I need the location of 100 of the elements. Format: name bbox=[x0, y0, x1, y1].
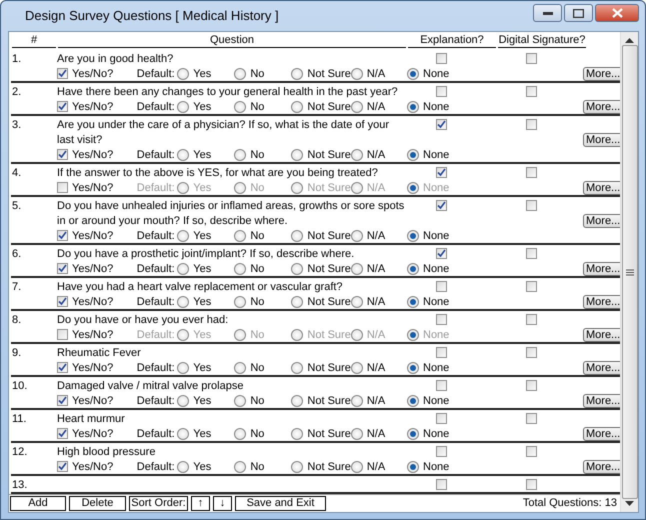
checkbox[interactable] bbox=[526, 446, 537, 457]
minimize-button[interactable] bbox=[533, 4, 562, 22]
radio-button[interactable] bbox=[234, 296, 246, 308]
radio-button[interactable] bbox=[234, 262, 246, 274]
checkbox[interactable] bbox=[526, 413, 537, 424]
radio-button[interactable] bbox=[407, 428, 419, 440]
radio-button[interactable] bbox=[291, 460, 304, 472]
checkbox[interactable] bbox=[57, 461, 68, 472]
radio-button[interactable] bbox=[291, 428, 304, 440]
close-button[interactable] bbox=[595, 4, 639, 22]
radio-button[interactable] bbox=[291, 182, 304, 194]
radio-button[interactable] bbox=[177, 394, 190, 406]
checkbox[interactable] bbox=[57, 68, 68, 79]
maximize-button[interactable] bbox=[564, 4, 593, 22]
radio-button[interactable] bbox=[177, 68, 190, 80]
checkbox[interactable] bbox=[526, 347, 537, 358]
radio-button[interactable] bbox=[234, 100, 246, 112]
radio-button[interactable] bbox=[234, 328, 246, 340]
checkbox[interactable] bbox=[436, 413, 447, 424]
radio-button[interactable] bbox=[350, 182, 363, 194]
radio-button[interactable] bbox=[407, 68, 419, 80]
radio-button[interactable] bbox=[291, 262, 304, 274]
radio-button[interactable] bbox=[407, 362, 419, 374]
checkbox[interactable] bbox=[57, 428, 68, 439]
radio-button[interactable] bbox=[234, 182, 246, 194]
checkbox[interactable] bbox=[436, 167, 447, 178]
scroll-down-icon[interactable] bbox=[625, 501, 634, 507]
radio-button[interactable] bbox=[177, 460, 190, 472]
radio-button[interactable] bbox=[177, 148, 190, 160]
more-button[interactable]: More... bbox=[583, 100, 620, 114]
radio-button[interactable] bbox=[234, 148, 246, 160]
checkbox[interactable] bbox=[436, 200, 447, 211]
radio-button[interactable] bbox=[350, 262, 363, 274]
checkbox[interactable] bbox=[526, 314, 537, 325]
checkbox[interactable] bbox=[526, 167, 537, 178]
checkbox[interactable] bbox=[436, 479, 447, 490]
checkbox[interactable] bbox=[436, 347, 447, 358]
more-button[interactable]: More... bbox=[583, 460, 620, 474]
radio-button[interactable] bbox=[234, 428, 246, 440]
radio-button[interactable] bbox=[350, 230, 363, 242]
more-button[interactable]: More... bbox=[583, 132, 620, 146]
save-and-exit-button[interactable]: Save and Exit bbox=[235, 496, 326, 510]
checkbox[interactable] bbox=[526, 479, 537, 490]
checkbox[interactable] bbox=[526, 119, 537, 130]
radio-button[interactable] bbox=[350, 100, 363, 112]
radio-button[interactable] bbox=[350, 296, 363, 308]
radio-button[interactable] bbox=[291, 148, 304, 160]
radio-button[interactable] bbox=[291, 100, 304, 112]
checkbox[interactable] bbox=[436, 53, 447, 64]
radio-button[interactable] bbox=[234, 460, 246, 472]
more-button[interactable]: More... bbox=[583, 328, 620, 342]
checkbox[interactable] bbox=[57, 101, 68, 112]
checkbox[interactable] bbox=[526, 281, 537, 292]
radio-button[interactable] bbox=[291, 362, 304, 374]
checkbox[interactable] bbox=[436, 380, 447, 391]
radio-button[interactable] bbox=[177, 182, 190, 194]
scroll-up-icon[interactable] bbox=[625, 37, 634, 43]
radio-button[interactable] bbox=[234, 394, 246, 406]
move-down-button[interactable]: ↓ bbox=[213, 496, 232, 510]
radio-button[interactable] bbox=[350, 68, 363, 80]
more-button[interactable]: More... bbox=[583, 294, 620, 308]
checkbox[interactable] bbox=[57, 182, 68, 193]
checkbox[interactable] bbox=[526, 380, 537, 391]
radio-button[interactable] bbox=[177, 296, 190, 308]
checkbox[interactable] bbox=[436, 446, 447, 457]
checkbox[interactable] bbox=[526, 53, 537, 64]
checkbox[interactable] bbox=[57, 329, 68, 340]
more-button[interactable]: More... bbox=[583, 180, 620, 194]
radio-button[interactable] bbox=[291, 296, 304, 308]
radio-button[interactable] bbox=[177, 100, 190, 112]
radio-button[interactable] bbox=[177, 328, 190, 340]
radio-button[interactable] bbox=[407, 148, 419, 160]
more-button[interactable]: More... bbox=[583, 426, 620, 440]
more-button[interactable]: More... bbox=[583, 394, 620, 408]
checkbox[interactable] bbox=[436, 119, 447, 130]
radio-button[interactable] bbox=[350, 460, 363, 472]
checkbox[interactable] bbox=[436, 314, 447, 325]
move-up-button[interactable]: ↑ bbox=[191, 496, 210, 510]
radio-button[interactable] bbox=[407, 100, 419, 112]
radio-button[interactable] bbox=[177, 428, 190, 440]
radio-button[interactable] bbox=[177, 362, 190, 374]
checkbox[interactable] bbox=[436, 248, 447, 259]
radio-button[interactable] bbox=[407, 394, 419, 406]
scrollbar-thumb[interactable] bbox=[622, 45, 638, 499]
checkbox[interactable] bbox=[57, 362, 68, 373]
radio-button[interactable] bbox=[407, 460, 419, 472]
more-button[interactable]: More... bbox=[583, 360, 620, 374]
radio-button[interactable] bbox=[234, 230, 246, 242]
radio-button[interactable] bbox=[350, 428, 363, 440]
checkbox[interactable] bbox=[57, 230, 68, 241]
radio-button[interactable] bbox=[291, 68, 304, 80]
radio-button[interactable] bbox=[350, 394, 363, 406]
radio-button[interactable] bbox=[407, 230, 419, 242]
radio-button[interactable] bbox=[407, 328, 419, 340]
radio-button[interactable] bbox=[234, 68, 246, 80]
checkbox[interactable] bbox=[526, 248, 537, 259]
checkbox[interactable] bbox=[526, 86, 537, 97]
radio-button[interactable] bbox=[350, 328, 363, 340]
checkbox[interactable] bbox=[436, 281, 447, 292]
radio-button[interactable] bbox=[177, 262, 190, 274]
